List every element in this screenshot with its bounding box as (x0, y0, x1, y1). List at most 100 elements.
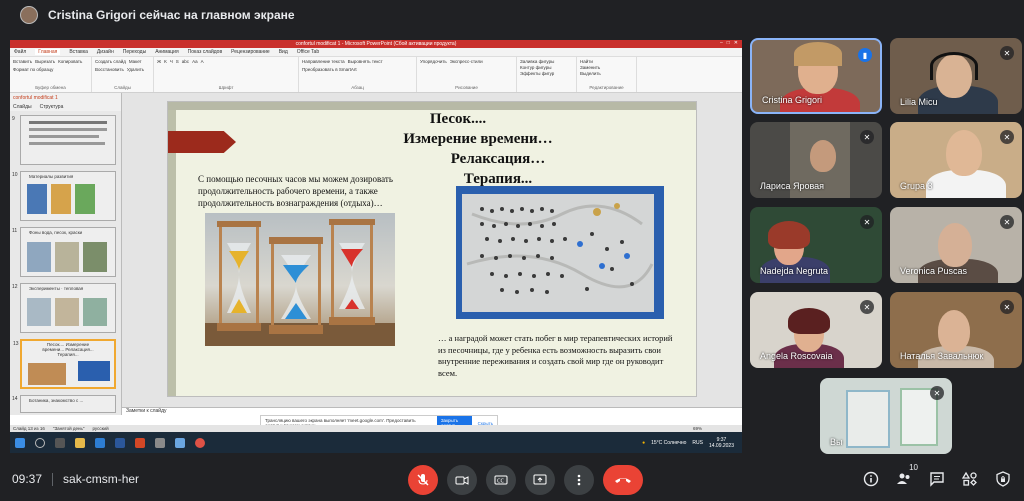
app-icon[interactable] (175, 437, 185, 448)
bold-button[interactable]: Ж (157, 59, 161, 64)
change-case-button[interactable]: Аа (192, 59, 198, 64)
file-explorer-icon[interactable] (75, 437, 85, 448)
task-view-icon[interactable] (55, 437, 65, 448)
people-button[interactable]: 10 (895, 463, 918, 488)
find-button[interactable]: Найти (580, 59, 633, 64)
ppt-tab-home[interactable]: Главная (35, 49, 61, 55)
taskbar-clock[interactable]: 9:37 14.09.2023 (709, 437, 734, 449)
copy-button[interactable]: Копировать (58, 59, 82, 64)
close-icon[interactable]: ✕ (734, 40, 738, 46)
arrange-button[interactable]: Упорядочить (420, 59, 447, 64)
align-text-button[interactable]: Выровнять текст (348, 59, 383, 64)
file-tab[interactable]: confortul modificat 1 (13, 95, 58, 101)
select-button[interactable]: Выделить (580, 71, 633, 76)
zoom-level[interactable]: 69% (693, 426, 742, 431)
participant-name: Nadejda Negruta (760, 266, 829, 276)
app-icon[interactable] (155, 437, 165, 448)
edge-icon[interactable] (95, 437, 105, 448)
shape-outline-button[interactable]: Контур фигуры (520, 65, 573, 70)
participant-tile[interactable]: ✕ Grupa 3 (890, 122, 1022, 198)
maximize-icon[interactable]: □ (727, 40, 730, 46)
participant-tile[interactable]: ✕ Лариса Яровая (750, 122, 882, 198)
underline-button[interactable]: Ч (170, 59, 173, 64)
shared-screen[interactable]: confortul modificat 1 - Microsoft PowerP… (10, 40, 742, 453)
participant-tile[interactable]: ✕ Lilia Micu (890, 38, 1022, 114)
mic-toggle-button[interactable] (408, 465, 438, 495)
slide-notes[interactable]: Заметки к слайду (122, 407, 742, 415)
strikethrough-button[interactable]: abc (182, 59, 189, 64)
ribbon-group-clipboard: Вставить Вырезать Копировать Формат по о… (10, 57, 92, 92)
self-view-tile[interactable]: ✕ Вы (820, 378, 952, 454)
participant-tile[interactable]: ▮ Cristina Grigori (750, 38, 882, 114)
ppt-tab[interactable]: Файл (14, 49, 26, 55)
minimize-icon[interactable]: – (720, 40, 723, 46)
slide-thumbnail[interactable]: 9 (12, 115, 116, 165)
shadow-button[interactable]: S (176, 59, 179, 64)
reset-button[interactable]: Восстановить (95, 67, 124, 72)
more-vert-icon (577, 474, 581, 486)
slide-thumbnail[interactable]: 14 Ботаника, знакомство с ... (12, 395, 116, 413)
participant-tile[interactable]: ✕ Наталья Завальнюк (890, 292, 1022, 368)
participant-tile[interactable]: ✕ Nadejda Negruta (750, 207, 882, 283)
italic-button[interactable]: К (164, 59, 167, 64)
more-options-button[interactable] (564, 465, 594, 495)
windows-start-icon[interactable] (15, 437, 25, 448)
quick-styles-button[interactable]: Экспресс-стили (450, 59, 483, 64)
current-slide[interactable]: Песок.... Измерение времени… Релаксация…… (167, 101, 697, 397)
slide-editor[interactable]: Песок.... Измерение времени… Релаксация…… (122, 93, 742, 407)
leave-call-button[interactable] (603, 465, 643, 495)
slide-thumbnail-selected[interactable]: 13 Песок.... Измерение времени... Релакс… (13, 339, 116, 389)
layout-button[interactable]: Макет (129, 59, 142, 64)
meeting-info-button[interactable] (862, 470, 880, 488)
smartart-button[interactable]: Преобразовать в SmartArt (302, 67, 357, 72)
ppt-workspace: confortul modificat 1 Слайды Структура 9… (10, 93, 742, 415)
pane-tab-slides[interactable]: Слайды (13, 104, 32, 110)
ppt-tab[interactable]: Office Tab (297, 49, 319, 55)
presenter-avatar (20, 6, 38, 24)
font-color-button[interactable]: A (201, 59, 204, 64)
paste-button[interactable]: Вставить (13, 59, 32, 64)
participant-tile[interactable]: ✕ Veronica Puscas (890, 207, 1022, 283)
cut-button[interactable]: Вырезать (35, 59, 55, 64)
participant-tile[interactable]: ✕ Angela Roscovaia (750, 292, 882, 368)
search-icon[interactable] (35, 437, 45, 448)
delete-button[interactable]: Удалить (127, 67, 144, 72)
ribbon-group-label: Шрифт (218, 85, 234, 90)
slide-thumbnail[interactable]: 12 Эксперименты · тепловая (12, 283, 116, 333)
ppt-tab[interactable]: Показ слайдов (188, 49, 222, 55)
camera-toggle-button[interactable] (447, 465, 477, 495)
weather-sun-icon: ● (642, 439, 646, 446)
pane-tab-outline[interactable]: Структура (40, 104, 64, 110)
ribbon-group-slides: Создать слайд Макет Восстановить Удалить… (92, 57, 154, 92)
captions-icon: CC (494, 475, 508, 485)
format-painter-button[interactable]: Формат по образцу (13, 67, 53, 72)
ppt-tab[interactable]: Вставка (69, 49, 88, 55)
powerpoint-icon[interactable] (135, 437, 145, 448)
participant-name: Наталья Завальнюк (900, 351, 984, 361)
camera-icon (455, 476, 469, 485)
word-icon[interactable] (115, 437, 125, 448)
ppt-tab[interactable]: Переходы (123, 49, 146, 55)
slide-thumbnail[interactable]: 10 Материалы развития (12, 171, 116, 221)
chrome-icon[interactable] (195, 437, 205, 448)
shape-fill-button[interactable]: Заливка фигуры (520, 59, 573, 64)
language-indicator[interactable]: RUS (692, 440, 703, 446)
ppt-tab[interactable]: Рецензирование (231, 49, 270, 55)
meeting-details: 09:37 sak-cmsm-her (12, 472, 139, 486)
host-controls-button[interactable] (994, 470, 1012, 488)
replace-button[interactable]: Заменить (580, 65, 633, 70)
ppt-tab[interactable]: Анимация (155, 49, 178, 55)
shape-effects-button[interactable]: Эффекты фигур (520, 71, 573, 76)
slide-thumbnail[interactable]: 11 Фоны вода, песок, краски (12, 227, 116, 277)
mic-off-icon: ✕ (860, 130, 874, 144)
new-slide-button[interactable]: Создать слайд (95, 59, 126, 64)
weather-text: 15°C Солнечно (651, 439, 687, 446)
participant-name: Grupa 3 (900, 181, 933, 191)
present-button[interactable] (525, 465, 555, 495)
ppt-tab[interactable]: Вид (279, 49, 288, 55)
chat-button[interactable] (928, 470, 946, 488)
activities-button[interactable] (961, 470, 979, 488)
ppt-tab[interactable]: Дизайн (97, 49, 114, 55)
captions-button[interactable]: CC (486, 465, 516, 495)
text-direction-button[interactable]: Направление текста (302, 59, 345, 64)
